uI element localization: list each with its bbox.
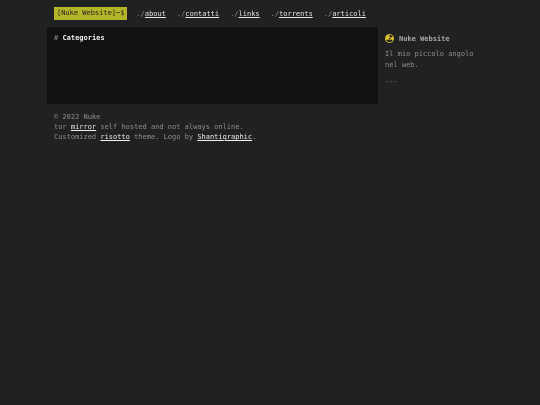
page-title-text: Categories <box>62 34 105 42</box>
mirror-link[interactable]: mirror <box>71 123 96 131</box>
nav-item-articoli: ./articoli <box>324 10 366 18</box>
nav-prefix: ./ <box>270 9 280 18</box>
radiation-icon <box>385 34 394 43</box>
nav-item-about: ./about <box>136 10 166 18</box>
sidebar-description: Il mio piccolo angolo nel web. <box>385 49 495 71</box>
shantigraphic-link[interactable]: Shantigraphic <box>197 133 252 141</box>
footer-copyright: © 2022 Nuke <box>54 113 101 121</box>
nav-item-links: ./links <box>230 10 260 18</box>
nav-link-torrents[interactable]: torrents <box>279 10 313 18</box>
site-brand[interactable]: [Nuke Website]~$ <box>54 7 128 20</box>
heading-hash: # <box>54 34 59 42</box>
nav-item-torrents: ./torrents <box>271 10 313 18</box>
sidebar-desc-line: nel web. <box>385 61 419 69</box>
sidebar: Nuke Website Il mio piccolo angolo nel w… <box>385 34 495 86</box>
nav-item-contatti: ./contatti <box>177 10 219 18</box>
sidebar-title-text: Nuke Website <box>399 34 450 43</box>
nav-prefix: ./ <box>323 9 333 18</box>
risotto-link[interactable]: risotto <box>100 133 130 141</box>
site-header: [Nuke Website]~$ ./about ./contatti ./li… <box>54 7 377 20</box>
footer-text: theme. Logo by <box>129 133 198 141</box>
nav-link-contatti[interactable]: contatti <box>185 10 219 18</box>
nav-link-links[interactable]: links <box>239 10 260 18</box>
sidebar-separator: --- <box>385 78 398 86</box>
footer-text: self hosted and not always online. <box>96 123 244 131</box>
footer-line-credits: Customized risotto theme. Logo by Shanti… <box>54 132 256 142</box>
main-nav: ./about ./contatti ./links ./torrents ./… <box>136 10 377 18</box>
footer-text: Customized <box>54 133 101 141</box>
nav-prefix: ./ <box>136 9 145 18</box>
nav-prefix: ./ <box>230 9 239 18</box>
nav-link-articoli[interactable]: articoli <box>332 10 366 18</box>
sidebar-title: Nuke Website <box>385 34 495 43</box>
nav-link-about[interactable]: about <box>145 10 166 18</box>
main-content: # Categories <box>47 27 378 104</box>
footer-text: . <box>252 133 257 141</box>
site-footer: © 2022 Nuke tor mirror self hosted and n… <box>54 112 256 142</box>
page-title: # Categories <box>54 34 105 42</box>
sidebar-desc-line: Il mio piccolo angolo <box>385 50 474 58</box>
footer-text: tor <box>54 123 71 131</box>
footer-line-mirror: tor mirror self hosted and not always on… <box>54 122 256 132</box>
